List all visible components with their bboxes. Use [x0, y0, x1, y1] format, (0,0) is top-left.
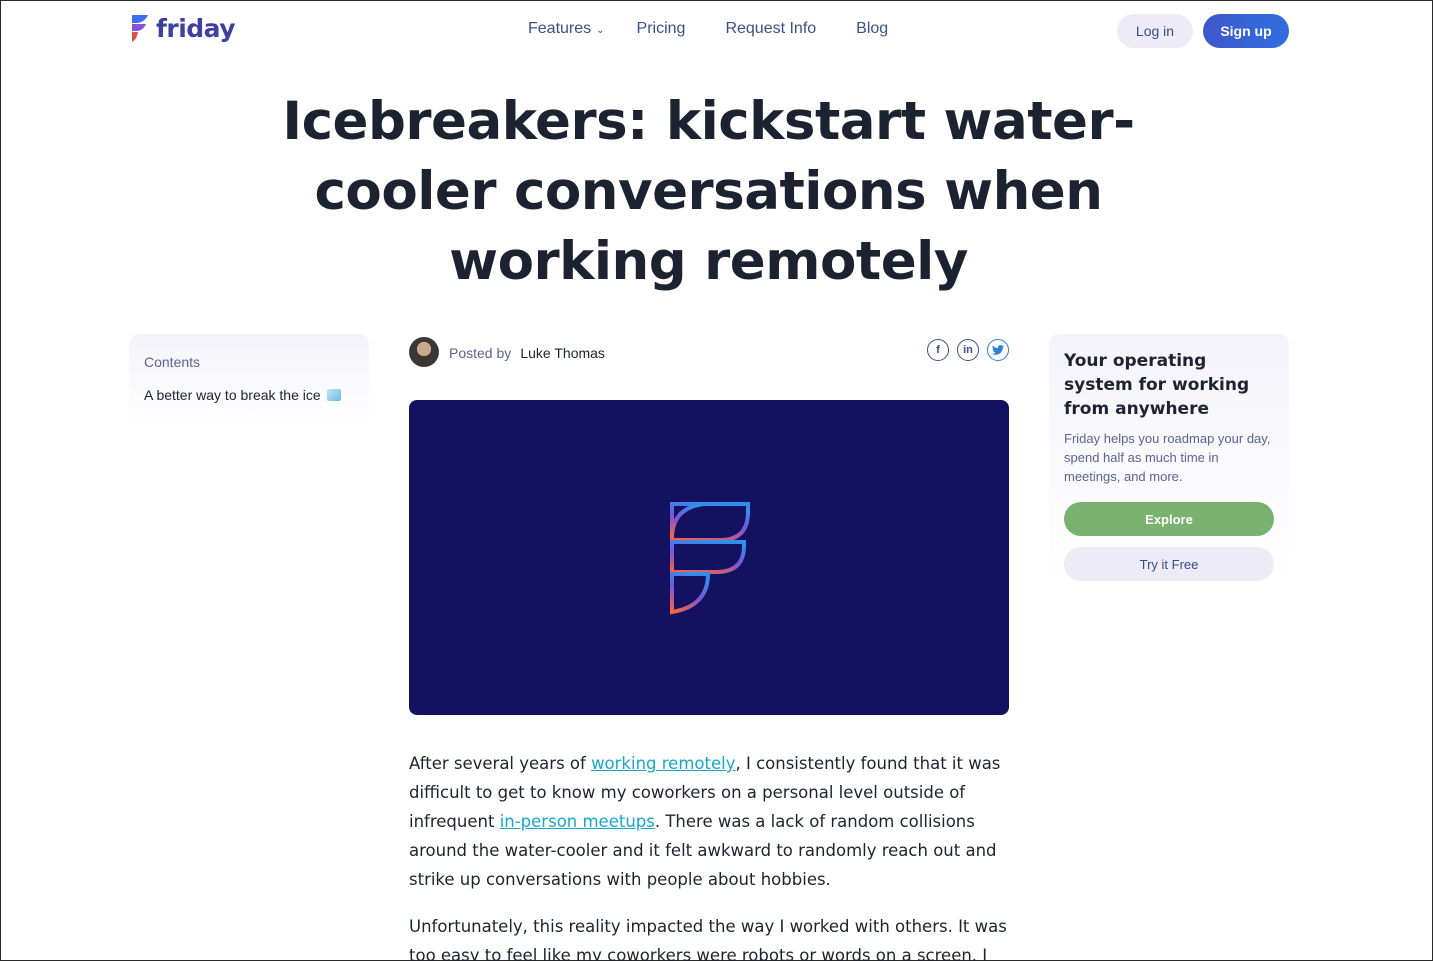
share-links: f in	[927, 339, 1009, 361]
nav-item-label: Pricing	[636, 20, 686, 37]
signup-button[interactable]: Sign up	[1203, 14, 1289, 48]
posted-by-label: Posted by	[449, 344, 512, 361]
main-nav: Features ⌄ Pricing Request Info Blog	[528, 20, 888, 38]
nav-item-label: Blog	[856, 20, 889, 37]
toc-heading: Contents	[144, 354, 201, 370]
friday-logo-icon	[132, 15, 148, 42]
try-free-button[interactable]: Try it Free	[1064, 547, 1274, 581]
author-byline: Posted by Luke Thomas	[409, 337, 605, 367]
toc-item-label: A better way to break the ice	[144, 387, 321, 403]
chevron-down-icon: ⌄	[596, 24, 605, 36]
nav-item-label: Request Info	[725, 20, 817, 37]
hero-image	[409, 400, 1009, 715]
avatar	[409, 337, 439, 367]
nav-item-features[interactable]: Features ⌄	[528, 20, 605, 38]
nav-item-request-info[interactable]: Request Info	[725, 20, 816, 38]
login-button[interactable]: Log in	[1117, 14, 1193, 48]
friday-logo-icon	[670, 501, 750, 614]
linkedin-icon[interactable]: in	[957, 339, 979, 361]
cta-card: Your operating system for working from a…	[1049, 334, 1289, 584]
author-name[interactable]: Luke Thomas	[520, 345, 605, 361]
ice-cube-icon	[326, 389, 341, 401]
working-remotely-link[interactable]: working remotely	[591, 754, 735, 773]
article-body: After several years of working remotely,…	[409, 749, 1009, 961]
nav-item-pricing[interactable]: Pricing	[637, 20, 686, 38]
table-of-contents: Contents A better way to break the ice	[129, 334, 369, 424]
toc-item[interactable]: A better way to break the ice	[144, 387, 354, 403]
nav-item-label: Features	[528, 20, 592, 37]
page-title: Icebreakers: kickstart water-cooler conv…	[282, 91, 1135, 292]
brand-name: friday	[156, 13, 236, 43]
paragraph: After several years of working remotely,…	[409, 754, 1001, 889]
cta-title: Your operating system for working from a…	[1064, 351, 1250, 419]
nav-item-blog[interactable]: Blog	[856, 20, 888, 38]
brand-logo[interactable]: friday	[128, 13, 236, 43]
cta-description: Friday helps you roadmap your day, spend…	[1064, 431, 1271, 484]
explore-button[interactable]: Explore	[1064, 502, 1274, 536]
in-person-meetups-link[interactable]: in-person meetups	[500, 812, 655, 831]
twitter-icon[interactable]	[987, 339, 1009, 361]
facebook-icon[interactable]: f	[927, 339, 949, 361]
paragraph: Unfortunately, this reality impacted the…	[409, 917, 1007, 961]
